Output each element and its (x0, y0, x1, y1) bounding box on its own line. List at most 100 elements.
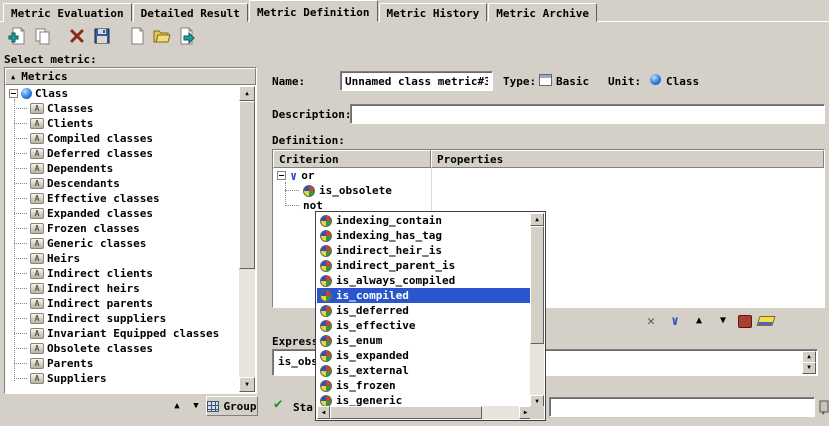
metric-tree-item[interactable]: Deferred classes (6, 146, 239, 161)
move-up-icon[interactable]: ▲ (690, 312, 708, 330)
metric-tree-item[interactable]: Effective classes (6, 191, 239, 206)
metric-tree-item[interactable]: Dependents (6, 161, 239, 176)
dropdown-item-label: indirect_heir_is (336, 244, 442, 257)
open-folder-button[interactable] (149, 25, 174, 49)
group-button-label: Group (223, 400, 256, 413)
tab-metric-archive[interactable]: Metric Archive (488, 3, 597, 22)
dropdown-item-selected[interactable]: is_compiled (317, 288, 531, 303)
group-grid-icon (207, 401, 219, 412)
export-metric-button[interactable] (174, 25, 199, 49)
metric-tree-panel: ▲ Metrics Class Classes Clients Compiled… (4, 67, 257, 394)
metric-tree-root[interactable]: Class (6, 86, 239, 101)
criterion-column-header[interactable]: Criterion (273, 150, 431, 168)
criterion-row-is-obsolete[interactable]: is_obsolete (273, 183, 824, 198)
dropdown-item[interactable]: is_effective (317, 318, 531, 333)
scroll-thumb[interactable] (330, 406, 482, 419)
scroll-thumb[interactable] (239, 101, 255, 269)
metric-tree-item[interactable]: Parents (6, 356, 239, 371)
scroll-down-icon[interactable]: ▼ (239, 377, 255, 392)
metric-tree-item[interactable]: Descendants (6, 176, 239, 191)
dropdown-item[interactable]: is_deferred (317, 303, 531, 318)
tab-metric-definition[interactable]: Metric Definition (249, 0, 378, 22)
description-input[interactable] (350, 104, 825, 124)
or-criterion-icon[interactable]: ∨ (666, 312, 684, 330)
dropdown-item[interactable]: is_enum (317, 333, 531, 348)
dropdown-item-label: indexing_has_tag (336, 229, 442, 242)
criterion-dropdown: indexing_contain indexing_has_tag indire… (315, 211, 546, 421)
metric-tree-item[interactable]: Suppliers (6, 371, 239, 386)
new-metric-button[interactable] (4, 25, 29, 49)
criterion-row-or[interactable]: ∨ or (273, 168, 824, 183)
dropdown-item[interactable]: is_always_compiled (317, 273, 531, 288)
name-input[interactable] (340, 71, 493, 91)
status-label: Sta (293, 401, 313, 414)
remove-metric-button[interactable] (64, 25, 89, 49)
erase-icon[interactable] (756, 316, 775, 326)
tree-scrollbar[interactable]: ▲ ▼ (239, 86, 255, 392)
group-toggle-button[interactable]: Group (206, 396, 258, 416)
move-metric-up-button[interactable]: ▲ (168, 398, 186, 414)
scroll-thumb[interactable] (530, 226, 544, 344)
metric-tree-item-label: Deferred classes (47, 147, 153, 160)
metric-tree-item[interactable]: Generic classes (6, 236, 239, 251)
metric-tree-item[interactable]: Classes (6, 101, 239, 116)
criterion-type-icon (320, 365, 332, 377)
collapse-icon[interactable] (9, 89, 18, 98)
tab-detailed-result[interactable]: Detailed Result (133, 3, 248, 22)
metric-tree: Class Classes Clients Compiled classes D… (6, 86, 239, 392)
unit-label: Unit: (608, 75, 641, 88)
comment-icon[interactable] (819, 399, 829, 418)
metric-tree-item[interactable]: Compiled classes (6, 131, 239, 146)
dropdown-item[interactable]: indirect_heir_is (317, 243, 531, 258)
metric-tree-item[interactable]: Frozen classes (6, 221, 239, 236)
dropdown-vertical-scrollbar[interactable]: ▲ ▼ (530, 213, 544, 408)
scroll-up-icon[interactable]: ▲ (239, 86, 255, 101)
delete-criterion-icon[interactable] (738, 315, 752, 328)
metric-tree-item-label: Effective classes (47, 192, 160, 205)
class-metric-icon (30, 253, 44, 264)
dropdown-item[interactable]: is_expanded (317, 348, 531, 363)
metric-tree-item[interactable]: Clients (6, 116, 239, 131)
class-metric-icon (30, 268, 44, 279)
save-metric-button[interactable] (89, 25, 114, 49)
new-file-button[interactable] (124, 25, 149, 49)
properties-column-header[interactable]: Properties (431, 150, 824, 168)
scroll-up-icon[interactable]: ▲ (530, 213, 544, 226)
criterion-type-icon (320, 380, 332, 392)
move-metric-down-button[interactable]: ▼ (187, 398, 205, 414)
metric-tree-root-label: Class (35, 87, 68, 100)
dropdown-horizontal-scrollbar[interactable]: ◀ ▶ (317, 406, 532, 419)
metric-tree-item[interactable]: Indirect heirs (6, 281, 239, 296)
class-metric-icon (30, 118, 44, 129)
dropdown-item[interactable]: is_frozen (317, 378, 531, 393)
metric-tree-item[interactable]: Invariant Equipped classes (6, 326, 239, 341)
tab-metric-history[interactable]: Metric History (379, 3, 488, 22)
metric-tree-item[interactable]: Indirect parents (6, 296, 239, 311)
status-input[interactable] (549, 397, 815, 417)
move-down-icon[interactable]: ▼ (714, 312, 732, 330)
expression-scrollbar[interactable]: ▲ ▼ (802, 351, 816, 374)
dropdown-item[interactable]: indirect_parent_is (317, 258, 531, 273)
metric-tree-item[interactable]: Indirect suppliers (6, 311, 239, 326)
metrics-column-header[interactable]: ▲ Metrics (5, 68, 256, 85)
class-metric-icon (30, 223, 44, 234)
collapse-icon[interactable] (277, 171, 286, 180)
and-criterion-icon[interactable]: ✕ (642, 312, 660, 330)
unit-value: Class (666, 75, 699, 88)
metric-tree-item[interactable]: Obsolete classes (6, 341, 239, 356)
dropdown-item[interactable]: indexing_has_tag (317, 228, 531, 243)
metric-tree-item[interactable]: Heirs (6, 251, 239, 266)
class-metric-icon (30, 328, 44, 339)
criterion-type-icon (320, 230, 332, 242)
dropdown-item[interactable]: indexing_contain (317, 213, 531, 228)
criterion-table-header: Criterion Properties (273, 150, 824, 168)
or-operator-icon: ∨ (290, 170, 297, 182)
tab-metric-evaluation[interactable]: Metric Evaluation (3, 3, 132, 22)
duplicate-metric-button[interactable] (29, 25, 54, 49)
scroll-down-icon[interactable]: ▼ (802, 362, 816, 374)
dropdown-item[interactable]: is_external (317, 363, 531, 378)
metric-tree-item-label: Parents (47, 357, 93, 370)
metric-tree-item[interactable]: Indirect clients (6, 266, 239, 281)
metric-tree-item[interactable]: Expanded classes (6, 206, 239, 221)
scroll-left-icon[interactable]: ◀ (317, 406, 330, 419)
